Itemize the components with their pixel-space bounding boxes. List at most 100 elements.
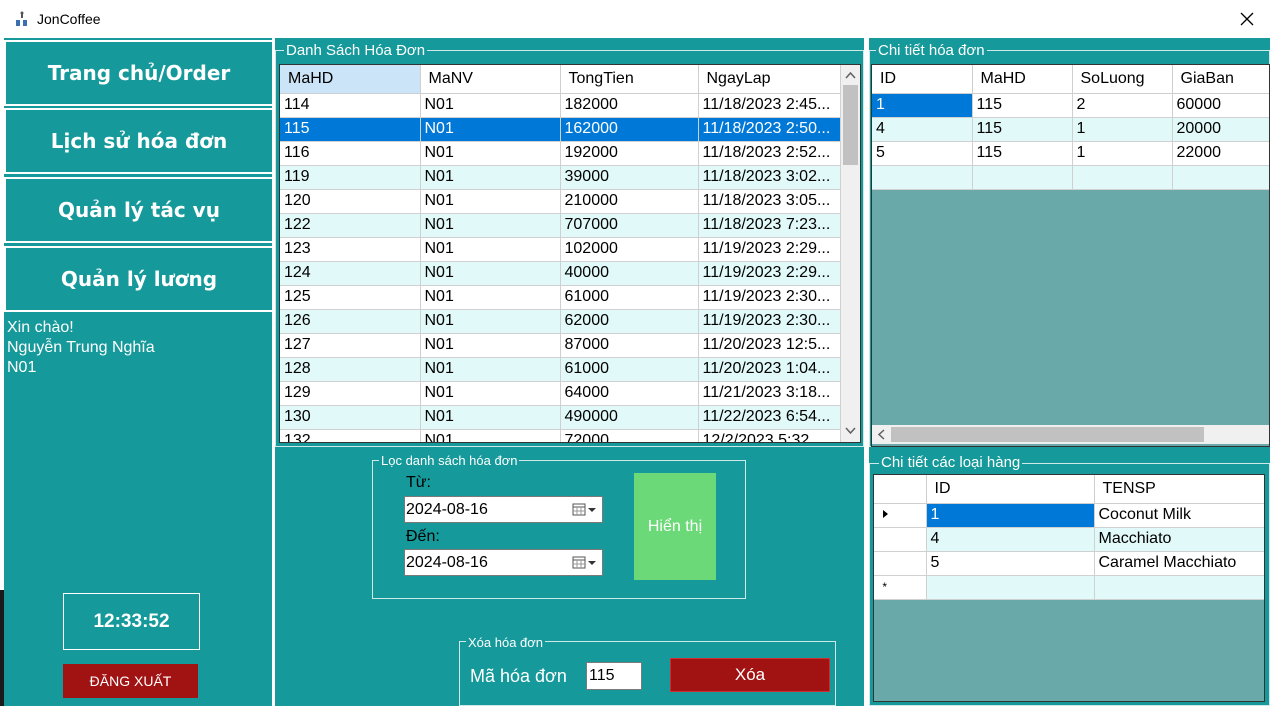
table-cell[interactable]: 130	[280, 405, 421, 430]
table-cell[interactable]: 115	[972, 141, 1073, 166]
current-row-indicator-icon[interactable]	[874, 503, 927, 528]
invoice-vscrollbar[interactable]	[841, 65, 860, 442]
table-cell[interactable]: 11/20/2023 1:04...	[698, 357, 841, 382]
scroll-up-icon[interactable]	[845, 71, 856, 79]
table-cell[interactable]: 72000	[560, 429, 699, 442]
col-manv[interactable]: MaNV	[420, 65, 561, 94]
nav-task-management[interactable]: Quản lý tác vụ	[4, 177, 274, 243]
table-cell[interactable]: 119	[280, 165, 421, 190]
table-cell[interactable]: N01	[420, 381, 561, 406]
table-cell[interactable]: 5	[926, 551, 1095, 576]
table-cell[interactable]: 11/19/2023 2:29...	[698, 261, 841, 286]
table-cell[interactable]: 39000	[560, 165, 699, 190]
table-cell[interactable]: 64000	[560, 381, 699, 406]
invoice-id-input[interactable]: 115	[586, 662, 642, 690]
table-row[interactable]: 4 115 1 20000	[872, 117, 1269, 142]
col-soluong[interactable]: SoLuong	[1072, 65, 1173, 94]
show-button[interactable]: Hiển thị	[634, 473, 716, 580]
table-cell[interactable]: 5	[872, 141, 973, 166]
invoice-grid[interactable]: MaHD MaNV TongTien NgayLap 114 N01 182000 1…	[279, 64, 861, 443]
table-cell[interactable]: 12/2/2023 5:32...	[698, 429, 841, 442]
table-row[interactable]: 119 N01 39000 11/18/2023 3:02...	[280, 165, 841, 190]
table-cell[interactable]: 120	[280, 189, 421, 214]
table-row[interactable]: 129 N01 64000 11/21/2023 3:18...	[280, 381, 841, 406]
table-cell[interactable]: 707000	[560, 213, 699, 238]
table-cell[interactable]: 182000	[560, 93, 699, 118]
nav-home-order[interactable]: Trang chủ/Order	[4, 40, 274, 106]
table-cell[interactable]: 11/20/2023 12:5...	[698, 333, 841, 358]
table-row[interactable]: 125 N01 61000 11/19/2023 2:30...	[280, 285, 841, 310]
new-row[interactable]	[872, 165, 1269, 190]
table-cell[interactable]: 11/18/2023 2:52...	[698, 141, 841, 166]
table-cell[interactable]: 132	[280, 429, 421, 442]
detail-scroll-thumb[interactable]	[891, 427, 1204, 442]
invoice-detail-grid[interactable]: ID MaHD SoLuong GiaBan 1 115 2 60000 4 115 1 20…	[871, 64, 1270, 447]
table-cell[interactable]	[872, 165, 973, 190]
table-cell[interactable]: 102000	[560, 237, 699, 262]
table-cell[interactable]: N01	[420, 213, 561, 238]
table-cell[interactable]: 22000	[1172, 141, 1269, 166]
col-ngaylap[interactable]: NgayLap	[698, 65, 841, 94]
col-mahd[interactable]: MaHD	[280, 65, 421, 94]
table-cell[interactable]: 192000	[560, 141, 699, 166]
table-cell[interactable]: 128	[280, 357, 421, 382]
table-cell[interactable]: 1	[926, 503, 1095, 528]
table-cell[interactable]: 114	[280, 93, 421, 118]
table-cell[interactable]	[1072, 165, 1173, 190]
table-cell[interactable]: N01	[420, 405, 561, 430]
table-cell[interactable]: 124	[280, 261, 421, 286]
table-cell[interactable]: 60000	[1172, 93, 1269, 118]
table-cell[interactable]: N01	[420, 357, 561, 382]
table-row[interactable]: 120 N01 210000 11/18/2023 3:05...	[280, 189, 841, 214]
new-row-asterisk-icon[interactable]: *	[874, 575, 927, 600]
table-cell[interactable]: 4	[872, 117, 973, 142]
table-row[interactable]: 1 115 2 60000	[872, 93, 1269, 118]
table-row[interactable]: 130 N01 490000 11/22/2023 6:54...	[280, 405, 841, 430]
table-row[interactable]: 114 N01 182000 11/18/2023 2:45...	[280, 93, 841, 118]
calendar-dropdown-icon[interactable]	[572, 502, 598, 518]
table-row[interactable]: 123 N01 102000 11/19/2023 2:29...	[280, 237, 841, 262]
table-cell[interactable]: 11/18/2023 3:05...	[698, 189, 841, 214]
table-cell[interactable]: 1	[1072, 117, 1173, 142]
table-cell[interactable]: 115	[972, 93, 1073, 118]
table-cell[interactable]	[1094, 575, 1264, 600]
table-cell[interactable]: N01	[420, 165, 561, 190]
table-row[interactable]: 5 115 1 22000	[872, 141, 1269, 166]
detail-hscrollbar[interactable]	[872, 425, 1269, 444]
table-cell[interactable]: 62000	[560, 309, 699, 334]
row-header[interactable]	[874, 551, 927, 576]
table-cell[interactable]	[1172, 165, 1269, 190]
table-cell[interactable]: 125	[280, 285, 421, 310]
new-row[interactable]: *	[874, 575, 1264, 600]
table-cell[interactable]: 61000	[560, 285, 699, 310]
col-id[interactable]: ID	[872, 65, 973, 94]
row-header[interactable]	[874, 527, 927, 552]
delete-button[interactable]: Xóa	[670, 658, 830, 692]
nav-invoice-history[interactable]: Lịch sử hóa đơn	[4, 108, 274, 174]
table-cell[interactable]: Caramel Macchiato	[1094, 551, 1264, 576]
table-cell[interactable]: N01	[420, 117, 561, 142]
col-tensp[interactable]: TENSP	[1094, 475, 1264, 504]
table-cell[interactable]: Macchiato	[1094, 527, 1264, 552]
table-cell[interactable]: 20000	[1172, 117, 1269, 142]
table-cell[interactable]: N01	[420, 285, 561, 310]
table-cell[interactable]: 11/18/2023 3:02...	[698, 165, 841, 190]
table-cell[interactable]: 1	[872, 93, 973, 118]
table-cell[interactable]: 162000	[560, 117, 699, 142]
table-cell[interactable]: 11/18/2023 2:50...	[698, 117, 841, 142]
table-cell[interactable]: 11/19/2023 2:29...	[698, 237, 841, 262]
col-id[interactable]: ID	[926, 475, 1095, 504]
table-cell[interactable]: N01	[420, 141, 561, 166]
table-cell[interactable]: 115	[972, 117, 1073, 142]
table-row[interactable]: 124 N01 40000 11/19/2023 2:29...	[280, 261, 841, 286]
table-cell[interactable]: 210000	[560, 189, 699, 214]
invoice-scroll-thumb[interactable]	[843, 85, 858, 165]
table-row[interactable]: 122 N01 707000 11/18/2023 7:23...	[280, 213, 841, 238]
scroll-down-icon[interactable]	[845, 427, 856, 435]
table-cell[interactable]: 490000	[560, 405, 699, 430]
table-cell[interactable]: 40000	[560, 261, 699, 286]
table-cell[interactable]: N01	[420, 237, 561, 262]
table-cell[interactable]: 129	[280, 381, 421, 406]
table-cell[interactable]: 87000	[560, 333, 699, 358]
table-cell[interactable]: 1	[1072, 141, 1173, 166]
